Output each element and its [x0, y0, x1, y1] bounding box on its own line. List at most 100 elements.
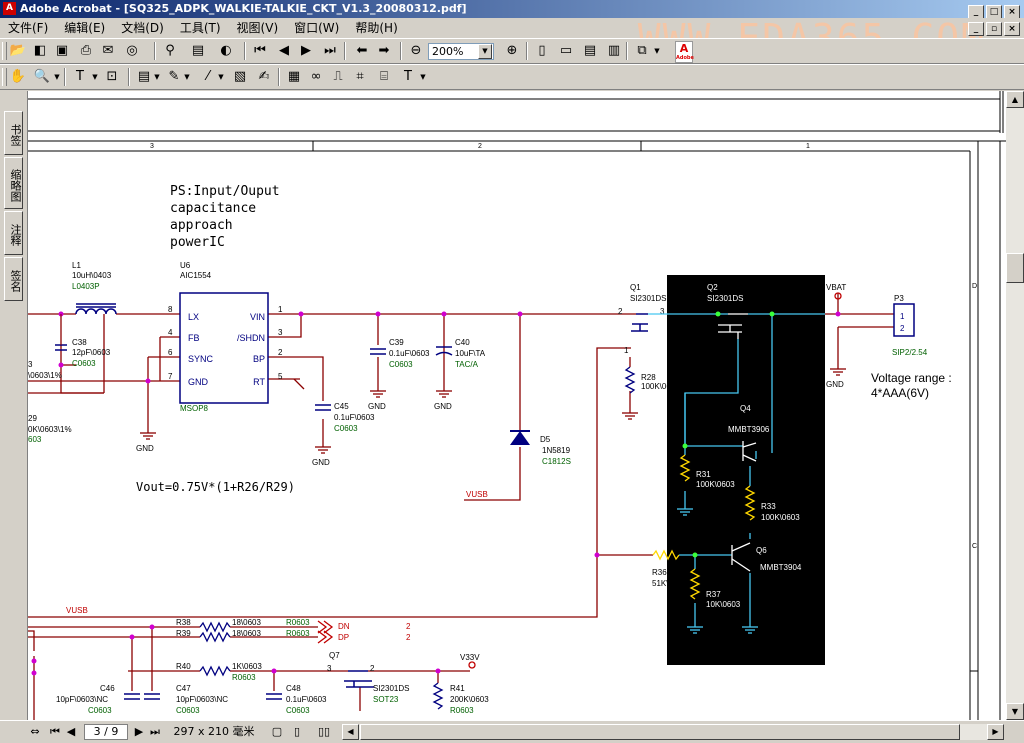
next-page-icon[interactable]: ▶ — [296, 42, 316, 60]
zoom-tool-icon[interactable]: 🔍 — [32, 68, 52, 86]
close-button[interactable]: × — [1004, 5, 1020, 19]
zoom-in-icon[interactable]: ⊕ — [502, 42, 522, 60]
c45-value: 0.1uF\0603 — [334, 413, 375, 422]
commenting-icon[interactable]: ▧ — [230, 68, 250, 86]
u6-pkg: MSOP8 — [180, 404, 209, 413]
chevron-down-icon[interactable]: ▼ — [52, 68, 62, 86]
search-web-icon[interactable]: ◎ — [122, 42, 142, 60]
single-page-icon[interactable]: ▢ — [270, 724, 284, 740]
menu-edit[interactable]: 编辑(E) — [56, 18, 113, 38]
fit-page-icon[interactable]: ▭ — [556, 42, 576, 60]
fit-visible-icon[interactable]: ▥ — [604, 42, 624, 60]
r37-value: 10K\0603 — [706, 600, 741, 609]
touchup-text-icon[interactable]: T — [398, 68, 418, 86]
forms-tool-icon[interactable]: ⌸ — [374, 68, 394, 86]
zoom-dropdown-arrow[interactable]: ▼ — [478, 44, 492, 59]
continuous-icon[interactable]: ▯ — [290, 724, 304, 740]
highlight-tool-icon[interactable]: ⁄ — [198, 68, 218, 86]
menu-view[interactable]: 视图(V) — [229, 18, 287, 38]
actual-size-icon[interactable]: ▯ — [532, 42, 552, 60]
menu-document[interactable]: 文档(D) — [113, 18, 172, 38]
doc-close-button[interactable]: × — [1004, 22, 1020, 36]
toolbar-grip[interactable] — [2, 42, 7, 60]
doc-minimize-button[interactable]: _ — [968, 22, 984, 36]
horizontal-scroll-thumb[interactable] — [360, 724, 960, 740]
menu-tools[interactable]: 工具(T) — [172, 18, 229, 38]
crop-tool-icon[interactable]: ⌗ — [350, 68, 370, 86]
chevron-down-icon[interactable]: ▼ — [182, 68, 192, 86]
open-icon[interactable]: 📂 — [8, 42, 28, 60]
scroll-down-button[interactable]: ▼ — [1006, 703, 1024, 720]
print-icon[interactable]: ⎙ — [76, 42, 96, 60]
horizontal-scrollbar[interactable]: ◀ ▶ — [342, 724, 1004, 740]
chevron-down-icon[interactable]: ▼ — [152, 68, 162, 86]
organizer-icon[interactable]: ◧ — [30, 42, 50, 60]
toolbar-grip[interactable] — [2, 68, 7, 86]
zoom-out-icon[interactable]: ⊖ — [406, 42, 426, 60]
page-number-field[interactable]: 3 / 9 — [84, 724, 128, 740]
next-page-icon[interactable]: ▶ — [132, 724, 146, 740]
menu-help[interactable]: 帮助(H) — [347, 18, 405, 38]
c46-pkg: C0603 — [88, 706, 112, 715]
find-icon[interactable]: ⚲ — [160, 42, 180, 60]
page-layout-icon[interactable]: ⧉ — [632, 42, 652, 60]
gnd-label: GND — [136, 444, 154, 453]
l1-value: 10uH\0403 — [72, 271, 112, 280]
hand-tool-icon[interactable]: ✋ — [8, 68, 28, 86]
u6-pin-name: /SHDN — [237, 333, 265, 343]
r41-ref: R41 — [450, 684, 465, 693]
pencil-tool-icon[interactable]: ✎ — [164, 68, 184, 86]
acrobat-app-icon[interactable]: A — [3, 2, 16, 15]
l1-ref: L1 — [72, 261, 81, 270]
scroll-right-button[interactable]: ▶ — [987, 724, 1004, 740]
rotate-icon[interactable]: ◐ — [216, 42, 236, 60]
c46-ref: C46 — [100, 684, 115, 693]
chevron-down-icon[interactable]: ▼ — [418, 68, 428, 86]
first-page-icon[interactable]: ⏮ — [250, 42, 270, 60]
navigation-pane-icon[interactable]: ▤ — [188, 42, 208, 60]
clipped-label: 3 — [28, 360, 33, 369]
snapshot-icon[interactable]: ⊡ — [102, 68, 122, 86]
voltage-range-value: 4*AAA(6V) — [871, 386, 929, 400]
previous-page-icon[interactable]: ◀ — [274, 42, 294, 60]
note-tool-icon[interactable]: ▤ — [134, 68, 154, 86]
vertical-scrollbar[interactable]: ▲ ▼ — [1006, 91, 1024, 720]
next-view-icon[interactable]: ➡ — [374, 42, 394, 60]
tab-signatures[interactable]: 签名 — [4, 257, 23, 301]
chevron-down-icon[interactable]: ▼ — [216, 68, 226, 86]
vout-formula: Vout=0.75V*(1+R26/R29) — [136, 480, 295, 494]
chevron-down-icon[interactable]: ▼ — [90, 68, 100, 86]
last-page-icon[interactable]: ⏭ — [320, 42, 340, 60]
previous-page-icon[interactable]: ◀ — [64, 724, 78, 740]
last-page-icon[interactable]: ⏭ — [148, 724, 162, 740]
fit-width-icon[interactable]: ▤ — [580, 42, 600, 60]
q6-part: MMBT3904 — [760, 563, 802, 572]
u6-pin-number: 6 — [168, 348, 173, 357]
scroll-up-button[interactable]: ▲ — [1006, 91, 1024, 108]
email-icon[interactable]: ✉ — [98, 42, 118, 60]
chevron-down-icon[interactable]: ▼ — [652, 42, 662, 60]
save-icon[interactable]: ▣ — [52, 42, 72, 60]
maximize-button[interactable]: □ — [986, 5, 1002, 19]
c40-pkg: TAC/A — [455, 360, 479, 369]
tab-comments[interactable]: 注释 — [4, 211, 23, 255]
sign-icon[interactable]: ✍ — [254, 68, 274, 86]
scroll-left-button[interactable]: ◀ — [342, 724, 359, 740]
scroll-thumb[interactable] — [1006, 253, 1024, 283]
previous-view-icon[interactable]: ⬅ — [352, 42, 372, 60]
r38-ref: R38 — [176, 618, 191, 627]
c46-value: 10pF\0603\NC — [56, 695, 108, 704]
document-view[interactable]: 3 2 1 D C PS:Input/Ouput capacitance app… — [28, 91, 1006, 720]
menu-file[interactable]: 文件(F) — [0, 18, 56, 38]
split-handle-icon[interactable]: ⇔ — [28, 724, 42, 740]
article-tool-icon[interactable]: ⎍ — [328, 68, 348, 86]
movie-icon[interactable]: ▦ — [284, 68, 304, 86]
text-select-icon[interactable]: T — [70, 68, 90, 86]
first-page-icon[interactable]: ⏮ — [48, 724, 62, 740]
facing-pages-icon[interactable]: ▯▯ — [314, 724, 334, 740]
link-tool-icon[interactable]: ∞ — [306, 68, 326, 86]
tab-thumbnails[interactable]: 缩略图 — [4, 157, 23, 209]
doc-restore-button[interactable]: ▫ — [986, 22, 1002, 36]
tab-bookmarks[interactable]: 书签 — [4, 111, 23, 155]
menu-window[interactable]: 窗口(W) — [286, 18, 347, 38]
